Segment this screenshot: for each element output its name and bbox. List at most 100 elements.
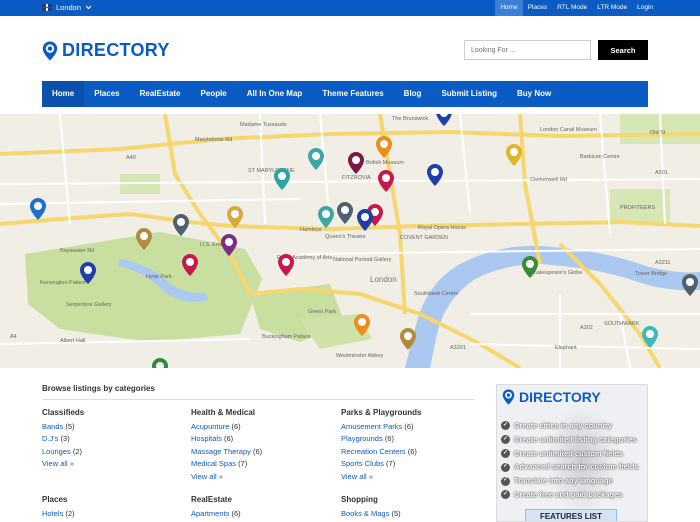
category-column-shopping: Shopping Books & Mags (5) bbox=[341, 495, 401, 520]
marker-purple-icon[interactable] bbox=[348, 152, 364, 174]
city-selector[interactable]: London bbox=[42, 3, 92, 12]
top-nav: Home Places RTL Mode LTR Mode Login bbox=[495, 0, 658, 16]
category-link[interactable]: Amusement Parks bbox=[341, 422, 402, 431]
check-icon: ✓ bbox=[501, 462, 510, 472]
nav-theme-features[interactable]: Theme Features bbox=[312, 81, 393, 107]
nav-all-in-one-map[interactable]: All In One Map bbox=[237, 81, 313, 107]
category-item: Medical Spas (7) bbox=[191, 458, 262, 470]
top-bar: London Home Places RTL Mode LTR Mode Log… bbox=[0, 0, 700, 16]
map-label: Bayswater Rd bbox=[60, 248, 94, 254]
category-title[interactable]: Shopping bbox=[341, 495, 401, 504]
ad-feature-text: Create cities in any country bbox=[514, 421, 612, 430]
ad-logo-text: DIRECTORY bbox=[519, 389, 601, 405]
category-title[interactable]: Parks & Playgrounds bbox=[341, 408, 421, 417]
map-label: COVENT GARDEN bbox=[400, 235, 448, 241]
map-pin-icon bbox=[42, 41, 58, 60]
ad-feature-item: ✓ Create unlimited listing categories bbox=[501, 433, 639, 447]
search-button[interactable]: Search bbox=[598, 40, 648, 60]
category-link[interactable]: Playgrounds bbox=[341, 434, 383, 443]
marker-gray-icon[interactable] bbox=[337, 202, 353, 224]
category-count: (6) bbox=[404, 422, 414, 431]
category-title[interactable]: Places bbox=[42, 495, 75, 504]
nav-submit-listing[interactable]: Submit Listing bbox=[431, 81, 507, 107]
category-column-health: Health & Medical Acupunture (6) Hospital… bbox=[191, 408, 262, 483]
category-link[interactable]: Lounges bbox=[42, 447, 71, 456]
listings-map[interactable]: The Brunswick Madame Tussauds Marylebone… bbox=[0, 114, 700, 368]
category-link[interactable]: Medical Spas bbox=[191, 459, 236, 468]
marker-teal-icon[interactable] bbox=[274, 168, 290, 190]
category-link[interactable]: Massage Therapy bbox=[191, 447, 251, 456]
marker-yellow-icon[interactable] bbox=[506, 144, 522, 166]
map-canvas[interactable]: The Brunswick Madame Tussauds Marylebone… bbox=[0, 114, 700, 368]
map-label: A3211 bbox=[655, 260, 671, 266]
nav-places[interactable]: Places bbox=[84, 81, 129, 107]
ad-feature-text: Advanced search for custom fields bbox=[514, 462, 639, 472]
map-label: A40 bbox=[126, 155, 136, 161]
marker-gray-icon[interactable] bbox=[682, 274, 698, 296]
map-label: Kensington Palace bbox=[40, 280, 86, 286]
marker-green-icon[interactable] bbox=[152, 358, 168, 368]
map-label: Green Park bbox=[308, 309, 336, 315]
nav-blog[interactable]: Blog bbox=[394, 81, 432, 107]
uk-flag-icon bbox=[42, 4, 52, 11]
topnav-rtl-mode[interactable]: RTL Mode bbox=[552, 0, 592, 16]
check-icon: ✓ bbox=[501, 421, 510, 431]
map-label: Royal Opera House bbox=[418, 225, 466, 231]
view-all-link[interactable]: View all » bbox=[191, 471, 262, 483]
nav-home[interactable]: Home bbox=[42, 81, 85, 107]
topnav-home[interactable]: Home bbox=[495, 0, 523, 16]
category-link[interactable]: Acupunture bbox=[191, 422, 229, 431]
category-count: (7) bbox=[238, 459, 248, 469]
category-link[interactable]: Hotels bbox=[42, 509, 63, 518]
nav-realestate[interactable]: RealEstate bbox=[130, 81, 191, 107]
map-label: Westminster Abbey bbox=[336, 353, 384, 359]
topnav-places[interactable]: Places bbox=[523, 0, 553, 16]
category-link[interactable]: Recreation Centers bbox=[341, 447, 406, 456]
category-link[interactable]: Bands bbox=[42, 422, 63, 431]
check-icon: ✓ bbox=[501, 448, 510, 458]
map-label: FITZROVIA bbox=[342, 175, 371, 181]
map-pin-icon bbox=[502, 389, 515, 405]
category-link[interactable]: Apartments bbox=[191, 509, 229, 518]
category-item: Sports Clubs (7) bbox=[341, 458, 421, 470]
view-all-link[interactable]: View all » bbox=[341, 471, 421, 483]
nav-buy-now[interactable]: Buy Now bbox=[507, 81, 561, 107]
category-link[interactable]: Books & Mags bbox=[341, 509, 389, 518]
category-link[interactable]: D.J's bbox=[42, 434, 58, 443]
marker-gray-icon[interactable] bbox=[173, 214, 189, 236]
map-label: Tower Bridge bbox=[635, 271, 667, 277]
topnav-ltr-mode[interactable]: LTR Mode bbox=[592, 0, 632, 16]
marker-blue-icon[interactable] bbox=[436, 114, 452, 126]
category-item: Massage Therapy (6) bbox=[191, 446, 262, 458]
features-list-button[interactable]: FEATURES LIST bbox=[525, 509, 617, 521]
ad-feature-text: Create free and paid packages bbox=[514, 489, 623, 499]
marker-crimson-icon[interactable] bbox=[278, 254, 294, 276]
category-link[interactable]: Sports Clubs bbox=[341, 459, 384, 468]
topnav-login[interactable]: Login bbox=[632, 0, 658, 16]
category-column-places: Places Hotels (2) bbox=[42, 495, 75, 520]
category-item: Hotels (2) bbox=[42, 508, 75, 520]
map-label: Clerkenwell Rd bbox=[530, 177, 567, 183]
category-link[interactable]: Hospitals bbox=[191, 434, 222, 443]
category-item: Apartments (6) bbox=[191, 508, 241, 520]
map-label: Albert Hall bbox=[60, 338, 85, 344]
category-title[interactable]: Health & Medical bbox=[191, 408, 262, 417]
marker-teal-icon[interactable] bbox=[318, 206, 334, 228]
category-count: (6) bbox=[384, 434, 394, 444]
directory-ad-banner[interactable]: DIRECTORY ✓ Create cities in any country … bbox=[496, 384, 648, 522]
search-input[interactable] bbox=[464, 40, 591, 60]
site-logo[interactable]: DIRECTORY bbox=[42, 40, 170, 61]
check-icon: ✓ bbox=[501, 476, 510, 486]
map-label: A3201 bbox=[450, 345, 466, 351]
marker-orange-icon[interactable] bbox=[376, 136, 392, 158]
marker-blue-icon[interactable] bbox=[427, 164, 443, 186]
nav-people[interactable]: People bbox=[191, 81, 237, 107]
category-item: Acupunture (6) bbox=[191, 421, 262, 433]
view-all-link[interactable]: View all » bbox=[42, 458, 84, 470]
map-label: Serpentine Gallery bbox=[66, 302, 112, 308]
category-title[interactable]: RealEstate bbox=[191, 495, 241, 504]
category-title[interactable]: Classifieds bbox=[42, 408, 84, 417]
category-count: (2) bbox=[72, 446, 83, 456]
marker-teal-icon[interactable] bbox=[308, 148, 324, 170]
marker-blue-icon[interactable] bbox=[30, 198, 46, 220]
